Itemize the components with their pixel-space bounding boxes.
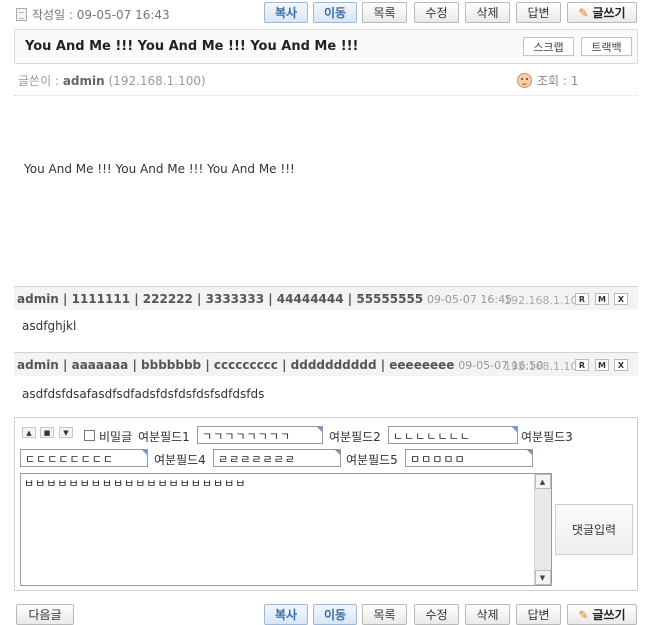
write-button-label: 글쓰기 [592,6,626,20]
comment-meta: admin | aaaaaaa | bbbbbbb | ccccccccc | … [17,358,543,372]
comment-header: admin | 1111111 | 222222 | 3333333 | 444… [14,286,638,310]
copy-button[interactable]: 복사 [264,604,308,625]
comment-author[interactable]: admin [17,292,59,306]
comment-submit-button[interactable]: 댓글입력 [555,504,633,555]
copy-button[interactable]: 복사 [264,2,308,23]
delete-button[interactable]: 삭제 [465,2,510,23]
square-icon[interactable]: ■ [40,427,54,438]
list-button[interactable]: 목록 [362,2,407,23]
writer-ip: (192.168.1.100) [108,74,206,88]
reply-button[interactable]: 답변 [516,604,561,625]
arrow-up-icon[interactable]: ▲ [22,427,36,438]
comment-textarea-content: ㅂㅂㅂㅂㅂㅂㅂㅂㅂㅂㅂㅂㅂㅂㅂㅂㅂㅂㅂㅂ [24,477,247,490]
comment-ip: 192.168.1.100 [504,294,585,307]
reply-button[interactable]: 답변 [516,2,561,23]
comment-header: admin | aaaaaaa | bbbbbbb | ccccccccc | … [14,352,638,376]
divider [14,95,638,96]
field4-input[interactable]: ㄹㄹㄹㄹㄹㄹㄹ [213,449,341,467]
trackback-button[interactable]: 트랙백 [581,37,632,56]
comment-delete-button[interactable]: X [614,359,628,371]
arrow-down-icon[interactable]: ▼ [59,427,73,438]
next-post-button[interactable]: 다음글 [16,604,74,625]
comment-reply-button[interactable]: R [575,359,589,371]
field5-label: 여분필드5 [346,453,398,467]
post-date-row: 작성일 : 09-05-07 16:43 [16,4,170,24]
comment-ip: 192.168.1.100 [504,360,585,373]
scroll-up-icon[interactable]: ▲ [535,474,551,489]
post-title: You And Me !!! You And Me !!! You And Me… [25,39,359,54]
field2-input[interactable]: ㄴㄴㄴㄴㄴㄴㄴ [388,426,518,444]
list-button[interactable]: 목록 [362,604,407,625]
writer-row: 글쓴이 : admin (192.168.1.100) [18,72,206,89]
comment-reply-button[interactable]: R [575,293,589,305]
field4-label: 여분필드4 [154,453,206,467]
field3-input[interactable]: ㄷㄷㄷㄷㄷㄷㄷㄷ [20,449,148,467]
writer-name[interactable]: admin [63,74,105,88]
pencil-icon: ✎ [578,5,589,20]
comment-meta: admin | 1111111 | 222222 | 3333333 | 444… [17,292,512,306]
pencil-icon: ✎ [578,607,589,622]
comment-delete-button[interactable]: X [614,293,628,305]
comment-author[interactable]: admin [17,358,59,372]
delete-button[interactable]: 삭제 [465,604,510,625]
comment-date: 09-05-07 16:45 [426,293,513,306]
comment-fields: | 1111111 | 222222 | 3333333 | 44444444 … [58,292,424,306]
move-button[interactable]: 이동 [313,604,357,625]
document-icon [16,7,27,21]
comment-textarea[interactable]: ㅂㅂㅂㅂㅂㅂㅂㅂㅂㅂㅂㅂㅂㅂㅂㅂㅂㅂㅂㅂ ▲ ▼ [20,473,552,586]
secret-checkbox[interactable] [84,430,95,441]
secret-label: 비밀글 [99,430,133,444]
post-date: 작성일 : 09-05-07 16:43 [32,7,170,22]
field3-label: 여분필드3 [521,430,573,444]
comment-form: ▲ ■ ▼ 비밀글 여분필드1 ㄱㄱㄱㄱㄱㄱㄱㄱ 여분필드2 ㄴㄴㄴㄴㄴㄴㄴ 여… [14,417,638,591]
view-count-label: 조회 : 1 [537,74,579,88]
post-body: You And Me !!! You And Me !!! You And Me… [24,162,295,176]
write-button[interactable]: ✎ 글쓰기 [567,604,637,625]
post-title-box: You And Me !!! You And Me !!! You And Me… [14,29,638,64]
edit-button[interactable]: 수정 [414,2,459,23]
comment-text: asdfghjkl [22,319,77,333]
field1-label: 여분필드1 [138,430,190,444]
field1-input[interactable]: ㄱㄱㄱㄱㄱㄱㄱㄱ [197,426,323,444]
field2-label: 여분필드2 [329,430,381,444]
edit-button[interactable]: 수정 [414,604,459,625]
move-button[interactable]: 이동 [313,2,357,23]
field5-input[interactable]: ㅁㅁㅁㅁㅁ [405,449,533,467]
comment-modify-button[interactable]: M [595,359,609,371]
scrap-button[interactable]: 스크랩 [523,37,574,56]
comment-text: asdfdsfdsafasdfsdfadsfdsfdsfdsfsdfdsfds [22,387,265,401]
write-button-label: 글쓰기 [592,608,626,622]
comment-modify-button[interactable]: M [595,293,609,305]
textarea-scrollbar[interactable]: ▲ ▼ [534,474,551,585]
comment-fields: | aaaaaaa | bbbbbbb | ccccccccc | dddddd… [58,358,455,372]
writer-label: 글쓴이 : [18,74,59,88]
view-count: 조회 : 1 [517,72,578,89]
smiley-face-icon [517,73,532,88]
scroll-down-icon[interactable]: ▼ [535,570,551,585]
write-button[interactable]: ✎ 글쓰기 [567,2,637,23]
